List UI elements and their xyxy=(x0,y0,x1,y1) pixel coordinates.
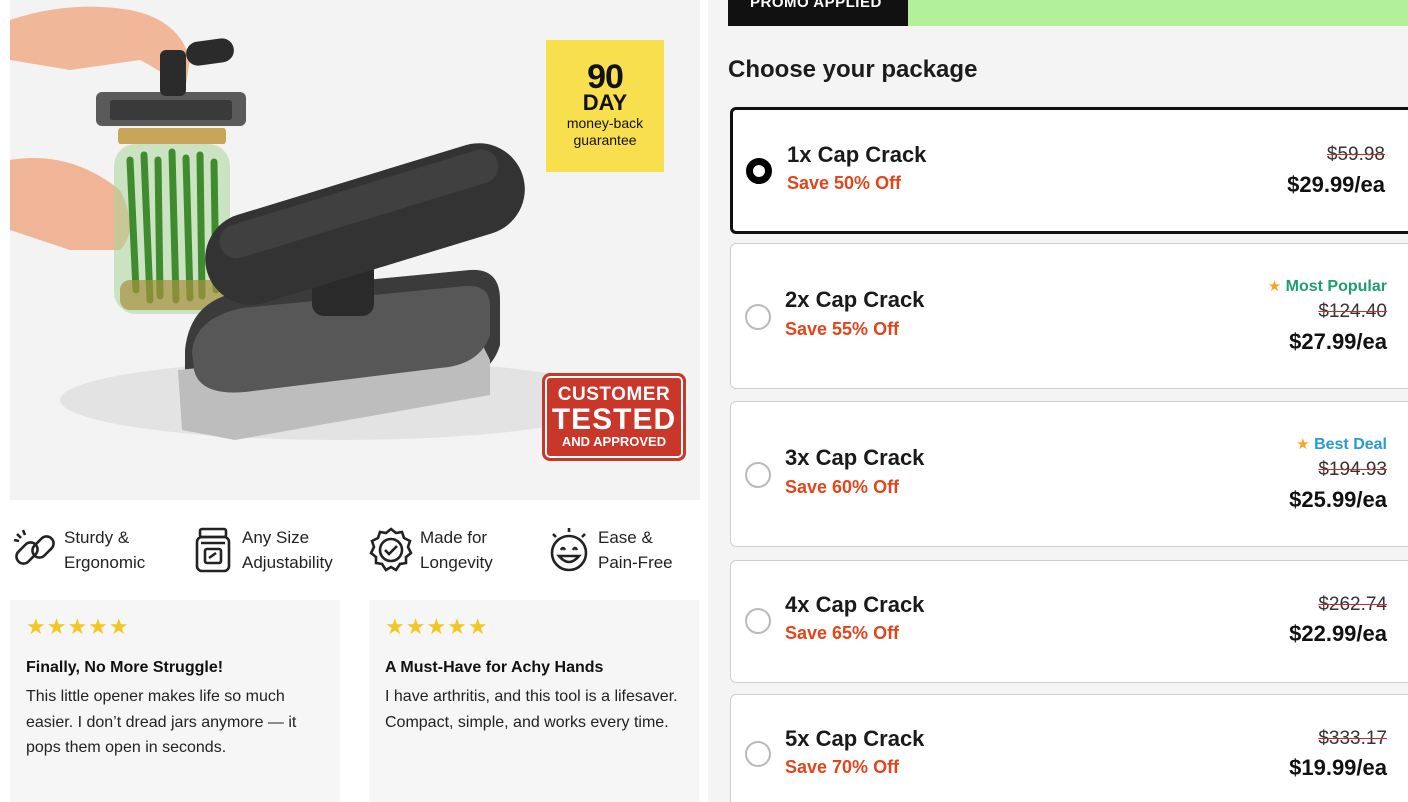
review-title: Finally, No More Struggle! xyxy=(26,659,224,676)
review-card: ★★★★★ A Must-Have for Achy Hands I have … xyxy=(369,600,699,802)
package-old-price: $194.93 xyxy=(1318,459,1387,480)
feature-label-1: Any Size xyxy=(242,528,310,547)
package-option-3x[interactable]: 3x Cap Crack Save 60% Off ★ Best Deal $1… xyxy=(730,401,1408,547)
package-radio-selected[interactable] xyxy=(746,158,772,184)
happy-face-icon xyxy=(544,525,594,575)
badge-days-number: 90 xyxy=(587,58,624,96)
feature-label-2: Adjustability xyxy=(242,553,333,572)
most-popular-tag: ★ Most Popular xyxy=(1268,277,1387,296)
feature-label-1: Sturdy & xyxy=(64,528,130,547)
feature-label-2: Ergonomic xyxy=(64,553,146,572)
badge-line-2: guarantee xyxy=(573,132,637,148)
package-name: 5x Cap Crack xyxy=(785,726,925,751)
review-body: This little opener makes life so much ea… xyxy=(26,688,297,756)
money-back-badge: 90 DAY money-back guarantee xyxy=(546,40,664,172)
package-section-title: Choose your package xyxy=(728,56,978,83)
badge-line-1: money-back xyxy=(566,115,644,131)
tag-label: Most Popular xyxy=(1285,278,1387,295)
promo-label: PROMO APPLIED xyxy=(750,0,882,11)
chain-link-icon xyxy=(10,525,60,575)
feature-label-1: Made for xyxy=(420,528,488,547)
promo-progress-bar xyxy=(908,0,1408,26)
package-radio[interactable] xyxy=(745,304,771,330)
tested-line-2: TESTED xyxy=(551,403,677,436)
package-name: 4x Cap Crack xyxy=(785,592,925,617)
feature-pain-free: Ease & Pain-Free xyxy=(544,520,673,580)
feature-label-2: Longevity xyxy=(420,553,493,572)
rating-stars: ★★★★★ xyxy=(385,614,489,639)
package-name: 1x Cap Crack xyxy=(787,142,927,167)
customer-tested-badge: CUSTOMER TESTED AND APPROVED xyxy=(542,373,686,461)
check-seal-icon xyxy=(366,525,416,575)
product-image: 90 DAY money-back guarantee CUSTOMER TES… xyxy=(10,0,700,500)
badge-days-unit: DAY xyxy=(582,90,628,115)
package-price: $27.99/ea xyxy=(1289,329,1387,354)
package-old-price: $124.40 xyxy=(1318,301,1387,322)
package-old-price: $262.74 xyxy=(1318,594,1387,615)
package-savings: Save 65% Off xyxy=(785,623,900,643)
best-deal-tag: ★ Best Deal xyxy=(1296,435,1387,454)
tested-line-3: AND APPROVED xyxy=(561,434,667,449)
tested-line-1: CUSTOMER xyxy=(557,384,671,405)
feature-sturdy: Sturdy & Ergonomic xyxy=(10,520,145,580)
package-name: 3x Cap Crack xyxy=(785,445,925,470)
package-radio[interactable] xyxy=(745,741,771,767)
feature-label-1: Ease & xyxy=(598,528,653,547)
package-savings: Save 55% Off xyxy=(785,319,900,339)
rating-stars: ★★★★★ xyxy=(26,614,130,639)
package-savings: Save 50% Off xyxy=(787,173,902,193)
tag-label: Best Deal xyxy=(1314,436,1387,453)
feature-longevity: Made for Longevity xyxy=(366,520,493,580)
package-savings: Save 70% Off xyxy=(785,757,900,777)
feature-size: Any Size Adjustability xyxy=(188,520,333,580)
package-old-price: $59.98 xyxy=(1326,144,1385,165)
review-body: I have arthritis, and this tool is a lif… xyxy=(385,688,678,731)
promo-applied-banner: PROMO APPLIED xyxy=(728,0,908,26)
package-option-5x[interactable]: 5x Cap Crack Save 70% Off $333.17 $19.99… xyxy=(730,694,1408,802)
package-price: $25.99/ea xyxy=(1289,487,1387,512)
package-price: $22.99/ea xyxy=(1289,621,1387,646)
feature-label-2: Pain-Free xyxy=(598,553,673,572)
package-radio[interactable] xyxy=(745,608,771,634)
package-radio[interactable] xyxy=(745,462,771,488)
package-name: 2x Cap Crack xyxy=(785,287,925,312)
package-option-4x[interactable]: 4x Cap Crack Save 65% Off $262.74 $22.99… xyxy=(730,560,1408,683)
package-selector: PROMO APPLIED Choose your package 1x Cap… xyxy=(708,0,1408,802)
jar-icon xyxy=(188,525,238,575)
star-icon: ★ xyxy=(1296,436,1310,453)
package-option-2x[interactable]: 2x Cap Crack Save 55% Off ★ Most Popular… xyxy=(730,243,1408,389)
package-price: $19.99/ea xyxy=(1289,755,1387,780)
package-option-1x[interactable]: 1x Cap Crack Save 50% Off $59.98 $29.99/… xyxy=(730,107,1408,234)
star-icon: ★ xyxy=(1267,278,1282,295)
package-old-price: $333.17 xyxy=(1318,728,1387,749)
review-card: ★★★★★ Finally, No More Struggle! This li… xyxy=(10,600,340,802)
package-savings: Save 60% Off xyxy=(785,477,900,497)
package-price: $29.99/ea xyxy=(1287,172,1385,197)
feature-list: Sturdy & Ergonomic Any Size Adjustabilit… xyxy=(10,520,700,580)
review-title: A Must-Have for Achy Hands xyxy=(385,659,604,676)
